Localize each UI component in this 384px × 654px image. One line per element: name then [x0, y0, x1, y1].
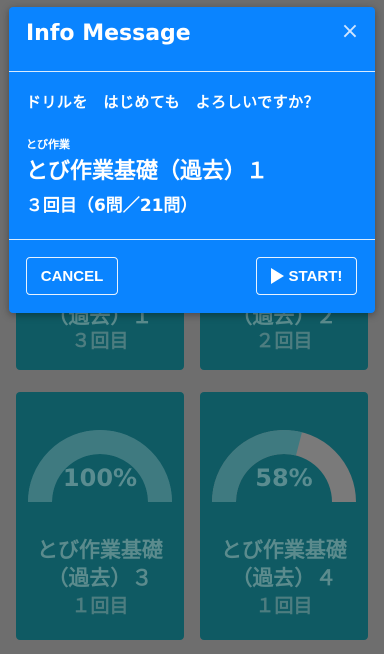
close-icon[interactable]: × — [339, 21, 361, 43]
play-icon — [270, 268, 284, 284]
progress-gauge — [212, 430, 356, 503]
card-subtitle: （過去）４ — [231, 566, 337, 590]
modal-title: Info Message — [26, 21, 191, 46]
drill-card-3[interactable]: 100% とび作業基礎 （過去）３ １回目 — [16, 392, 184, 640]
confirm-prompt: ドリルを はじめても よろしいですか？ — [26, 93, 320, 111]
screen: （過去）１ ３回目 （過去）２ ２回目 100% とび作業基礎 （過去）３ １回… — [0, 0, 384, 654]
card-count: ２回目 — [255, 330, 313, 352]
progress-percent: 100% — [62, 464, 138, 492]
card-title: とび作業基礎 — [221, 538, 347, 562]
divider — [9, 239, 375, 240]
card-count: ３回目 — [71, 330, 129, 352]
card-subtitle: （過去）３ — [47, 566, 153, 590]
progress-gauge — [28, 430, 172, 503]
card-count: １回目 — [255, 595, 313, 617]
divider — [9, 71, 375, 72]
start-button[interactable]: START! — [256, 257, 357, 295]
start-label: START! — [288, 267, 343, 285]
drill-card-4[interactable]: 58% とび作業基礎 （過去）４ １回目 — [200, 392, 368, 640]
modal-header: Info Message × — [9, 7, 375, 71]
card-count: １回目 — [71, 595, 129, 617]
drill-category: とび作業 — [26, 138, 70, 151]
drill-name: とび作業基礎（過去）１ — [26, 159, 269, 184]
attempt-info: ３回目（6問／21問） — [26, 196, 198, 216]
progress-percent: 58% — [255, 464, 313, 492]
cancel-label: CANCEL — [40, 267, 104, 285]
cancel-button[interactable]: CANCEL — [26, 257, 118, 295]
info-modal: Info Message × ドリルを はじめても よろしいですか？ とび作業 … — [9, 7, 375, 313]
card-title: とび作業基礎 — [37, 538, 163, 562]
